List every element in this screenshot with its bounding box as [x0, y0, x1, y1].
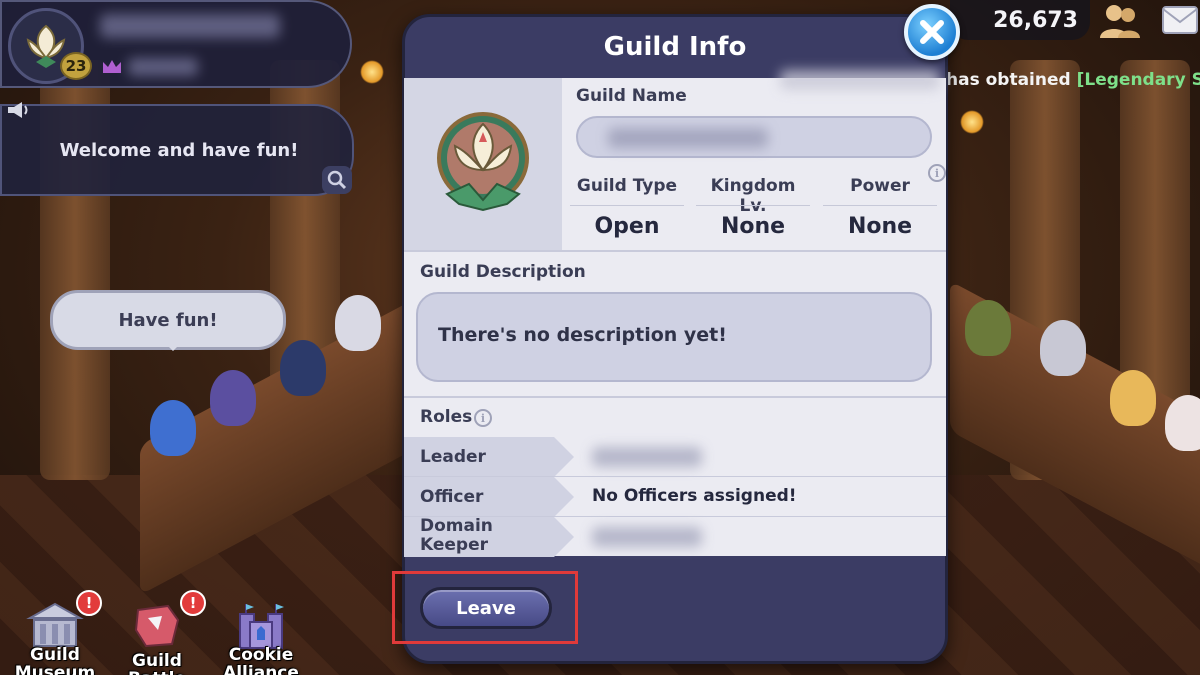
alert-badge: !: [180, 590, 206, 616]
menu-label: Cookie Alliance: [206, 646, 316, 675]
divider: [404, 396, 946, 398]
redacted-announcement: [780, 70, 940, 90]
friends-icon[interactable]: [1100, 2, 1140, 38]
cookie-character[interactable]: [150, 400, 196, 456]
currency-counter: 26,673: [950, 0, 1090, 40]
divider: [570, 205, 684, 206]
menu-label-line: Guild: [30, 645, 80, 665]
welcome-message: Welcome and have fun!: [59, 140, 299, 161]
stat-guild-type-label: Guild Type: [576, 176, 678, 196]
role-row-leader: Leader: [404, 437, 946, 477]
cookie-character[interactable]: [1165, 395, 1200, 451]
guild-name-label: Guild Name: [576, 86, 687, 106]
role-row-domain-keeper: Domain Keeper: [404, 517, 946, 557]
announcement-ticker: has obtained [Legendary Sw: [946, 70, 1200, 90]
mail-icon[interactable]: [1162, 6, 1198, 34]
stat-kingdom-level-value: None: [720, 214, 786, 239]
guild-name-field: [576, 116, 932, 158]
cookie-character[interactable]: [1040, 320, 1086, 376]
role-name-domain-keeper: Domain Keeper: [420, 517, 493, 555]
role-name-line: Keeper: [420, 535, 489, 555]
lamp: [360, 60, 384, 84]
divider: [823, 205, 937, 206]
highlight-box: [392, 571, 578, 644]
cookie-character[interactable]: [210, 370, 256, 426]
menu-cookie-alliance[interactable]: Cookie Alliance: [206, 596, 316, 675]
cookie-character[interactable]: [1110, 370, 1156, 426]
role-value-officer: No Officers assigned!: [592, 486, 797, 506]
level-badge: 23: [60, 52, 92, 80]
cookie-character[interactable]: [335, 295, 381, 351]
speech-bubble: Have fun!: [50, 290, 286, 351]
lamp: [960, 110, 984, 134]
stat-kingdom-level-label: Kingdom Lv.: [710, 176, 796, 216]
stat-guild-type-value: Open: [594, 214, 660, 239]
alert-badge: !: [76, 590, 102, 616]
roles-label: Roles: [420, 407, 473, 427]
menu-label: Guild Battle: [102, 652, 212, 675]
player-title-redacted: [128, 58, 198, 76]
stat-power-label: Power: [850, 176, 910, 196]
magnifier-icon: [327, 170, 347, 190]
divider: [696, 205, 810, 206]
menu-label-line: Guild Battle: [128, 651, 186, 675]
role-row-officer: Officer No Officers assigned!: [404, 477, 946, 517]
chat-zoom-button[interactable]: [322, 166, 352, 194]
close-button[interactable]: [904, 4, 960, 60]
roles-info-icon[interactable]: i: [474, 409, 492, 427]
menu-label-line: Museum: [14, 663, 96, 675]
cookie-character[interactable]: [965, 300, 1011, 356]
guild-battle-icon: [134, 604, 180, 648]
guild-name-redacted: [608, 128, 768, 148]
player-profile[interactable]: 23: [0, 0, 352, 88]
crown-icon: [103, 60, 121, 73]
menu-label-line: Cookie: [228, 645, 294, 665]
ticker-item: [Legendary Sw: [1076, 70, 1200, 90]
player-name-redacted: [100, 14, 280, 38]
role-name-officer: Officer: [420, 487, 484, 507]
guild-emblem-icon: [437, 112, 529, 212]
guild-emblem-box: [404, 78, 562, 250]
stat-power-value: None: [847, 214, 913, 239]
menu-label: Guild Museum: [0, 646, 110, 675]
guild-description-text: There's no description yet!: [438, 324, 727, 346]
modal-title: Guild Info: [603, 32, 747, 62]
ticker-message: has obtained: [946, 70, 1071, 90]
keeper-name-redacted: [592, 527, 702, 547]
leader-name-redacted: [592, 447, 702, 467]
role-name-line: Domain: [420, 516, 493, 536]
chat-panel[interactable]: Welcome and have fun!: [0, 104, 354, 196]
divider: [404, 250, 946, 252]
close-icon: [920, 20, 944, 44]
guild-description-label: Guild Description: [420, 262, 586, 282]
megaphone-icon: [8, 102, 28, 118]
menu-label-line: Alliance: [223, 663, 299, 675]
role-name-leader: Leader: [420, 447, 486, 467]
cookie-character[interactable]: [280, 340, 326, 396]
